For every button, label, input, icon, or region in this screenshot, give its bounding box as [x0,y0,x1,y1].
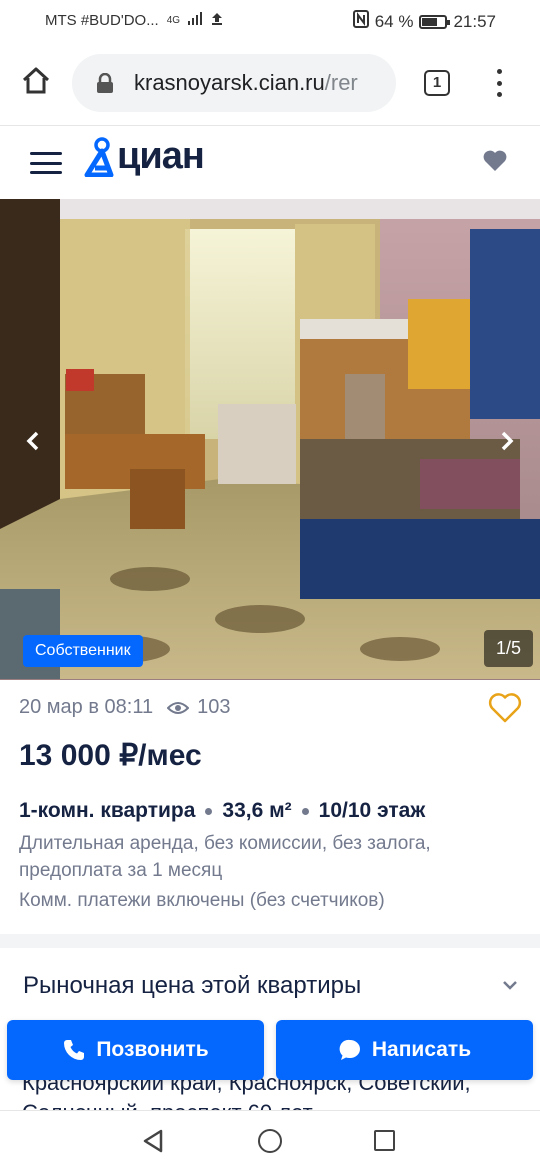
home-icon[interactable] [20,65,52,97]
clock: 21:57 [453,11,496,31]
chevron-down-icon[interactable] [502,978,518,990]
rooms: 1-комн. квартира [19,799,196,822]
phone-icon [64,1040,85,1060]
area: 33,6 м² [222,799,292,822]
section-divider [0,934,540,948]
upload-icon [210,11,224,29]
logo-pin-icon [84,136,114,177]
browser-toolbar: krasnoyarsk.cian.ru/rer 1 [0,40,540,126]
previous-photo-button[interactable] [16,424,50,458]
message-button-label: Написать [371,1038,472,1061]
rental-terms: Длительная аренда, без комиссии, без зал… [19,833,431,881]
carrier-label: MTS #BUD'DO... [45,11,159,29]
recents-icon[interactable] [374,1130,395,1151]
utilities-note: Комм. платежи включены (без счетчиков) [19,890,385,911]
lock-icon [96,72,114,93]
listing-params: 1-комн. квартира 33,6 м² 10/10 этаж [19,799,425,823]
cian-logo[interactable]: циан [84,135,205,178]
hamburger-menu-icon[interactable] [30,152,62,174]
call-button-label: Позвонить [96,1038,209,1061]
url-host: krasnoyarsk.cian.ru [134,70,325,95]
photo-counter: 1/5 [483,630,533,667]
listing-meta: 20 мар в 08:11 103 [19,696,230,719]
owner-badge: Собственник [23,635,143,667]
views-count: 103 [197,696,231,718]
back-icon[interactable] [142,1129,164,1158]
message-button[interactable]: Написать [276,1020,533,1080]
publish-date: 20 мар в 08:11 [19,696,154,718]
status-bar: MTS #BUD'DO... 4G 64 % 21:57 [0,0,540,40]
system-nav-bar [0,1110,540,1170]
next-photo-button[interactable] [490,424,524,458]
home-circle-icon[interactable] [258,1129,282,1153]
signal-icon [188,11,203,29]
battery-percent: 64 % [374,11,414,31]
price: 13 000 ₽/мес [19,739,202,772]
chat-bubble-icon [339,1039,360,1060]
add-to-favorites-icon[interactable] [488,692,522,724]
nfc-icon [352,10,369,33]
logo-text: циан [117,135,205,177]
favorites-icon[interactable] [482,149,508,173]
photo-gallery[interactable]: Собственник 1/5 [0,199,540,680]
apartment-photo [0,199,540,680]
site-header: циан [0,127,540,199]
call-button[interactable]: Позвонить [7,1020,264,1080]
battery-icon [419,14,451,29]
url-text: krasnoyarsk.cian.ru/rer [134,70,358,96]
views-eye-icon [167,701,190,714]
network-label: 4G [166,14,181,26]
tab-switcher-button[interactable]: 1 [424,70,450,96]
floor: 10/10 этаж [318,799,426,822]
url-path: /rer [324,70,358,95]
address-bar[interactable]: krasnoyarsk.cian.ru/rer [72,54,396,112]
browser-menu-icon[interactable] [489,66,509,100]
market-price-title[interactable]: Рыночная цена этой квартиры [23,972,361,1000]
